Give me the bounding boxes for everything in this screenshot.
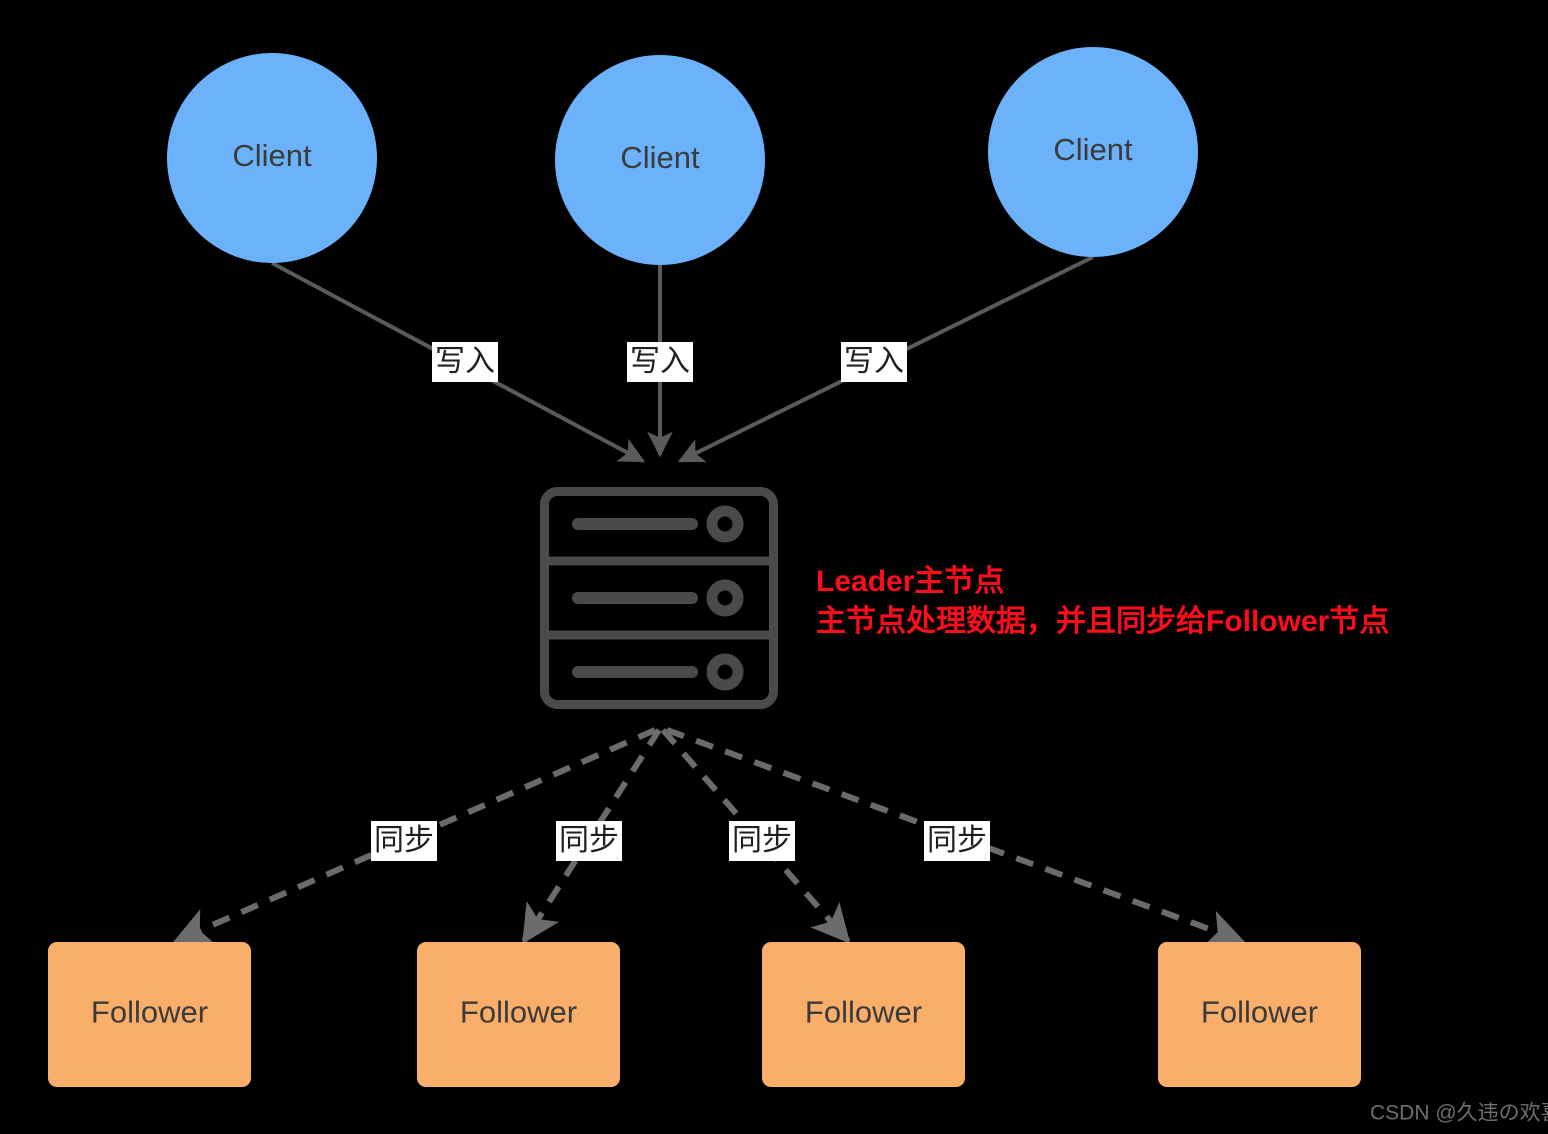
- leader-annotation: Leader主节点 主节点处理数据，并且同步给Follower节点: [816, 565, 1389, 638]
- annotation-line-title: Leader主节点: [816, 565, 1004, 598]
- follower-nodes-group: Follower Follower Follower Follower: [48, 942, 1361, 1087]
- client-label: Client: [620, 140, 700, 175]
- sync-edge-label: 同步: [556, 821, 622, 861]
- server-status-indicator-icon: [706, 653, 744, 691]
- sync-edge-label: 同步: [371, 821, 437, 861]
- client-node[interactable]: Client: [555, 55, 765, 265]
- diagram-canvas: Client Client Client Follower Follower F…: [0, 0, 1548, 1134]
- follower-node[interactable]: Follower: [48, 942, 251, 1087]
- sync-edge-label: 同步: [729, 821, 795, 861]
- follower-node[interactable]: Follower: [417, 942, 620, 1087]
- sync-edges-group: [172, 727, 1246, 948]
- client-label: Client: [232, 138, 312, 173]
- sync-edge-label: 同步: [924, 821, 990, 861]
- sync-edge-label-text: 同步: [732, 824, 792, 857]
- follower-node[interactable]: Follower: [762, 942, 965, 1087]
- write-edge-label: 写入: [841, 342, 907, 382]
- follower-label: Follower: [460, 995, 577, 1030]
- replication-architecture-diagram: Client Client Client Follower Follower F…: [48, 47, 1548, 1125]
- annotation-line-description: 主节点处理数据，并且同步给Follower节点: [816, 605, 1389, 638]
- watermark: CSDN @久违の欢喜: [1370, 1102, 1548, 1125]
- follower-label: Follower: [1201, 995, 1318, 1030]
- follower-label: Follower: [91, 995, 208, 1030]
- client-node[interactable]: Client: [988, 47, 1198, 257]
- follower-node[interactable]: Follower: [1158, 942, 1361, 1087]
- write-edge-label: 写入: [432, 342, 498, 382]
- sync-edge-label-text: 同步: [927, 824, 987, 857]
- client-label: Client: [1053, 132, 1133, 167]
- write-edge-label-text: 写入: [435, 345, 495, 378]
- server-status-indicator-icon: [706, 579, 744, 617]
- write-edge-label: 写入: [627, 342, 693, 382]
- server-status-indicator-icon: [706, 505, 744, 543]
- client-node[interactable]: Client: [167, 53, 377, 263]
- sync-edge-labels-group: 同步 同步 同步 同步: [371, 821, 990, 861]
- client-nodes-group: Client Client Client: [167, 47, 1198, 265]
- write-edge-labels-group: 写入 写入 写入: [432, 342, 907, 382]
- follower-label: Follower: [805, 995, 922, 1030]
- write-edge-label-text: 写入: [630, 345, 690, 378]
- write-edge-label-text: 写入: [844, 345, 904, 378]
- sync-edge-label-text: 同步: [374, 824, 434, 857]
- sync-edge-label-text: 同步: [559, 824, 619, 857]
- server-rack-icon[interactable]: [540, 487, 778, 709]
